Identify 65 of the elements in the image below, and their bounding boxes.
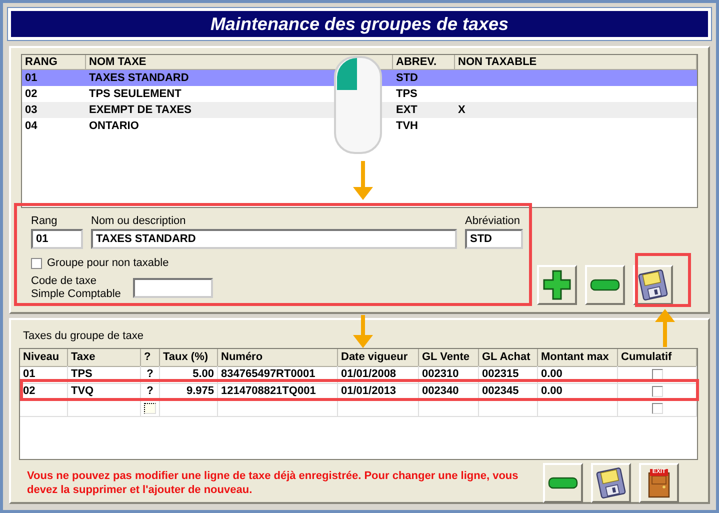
column-header[interactable]: Date vigueur — [338, 349, 419, 367]
checkbox[interactable] — [652, 369, 662, 380]
table-cell: 002345 — [479, 383, 538, 401]
column-header[interactable]: ? — [141, 349, 160, 367]
table-cell: 01 — [20, 366, 68, 384]
input-field[interactable]: STD — [465, 229, 523, 249]
column-header[interactable]: Taux (%) — [160, 349, 218, 367]
table-cell: 9.975 — [160, 383, 218, 401]
column-header[interactable]: Niveau — [20, 349, 68, 367]
column-header[interactable]: Montant max — [538, 349, 618, 367]
window-title: Maintenance des groupes de taxes — [8, 8, 711, 40]
column-header[interactable]: Cumulatif — [618, 349, 697, 367]
list-row[interactable]: 04 ONTARIO TVH — [22, 118, 697, 134]
arrow-icon — [352, 161, 374, 201]
field-label: Code de taxe Simple Comptable — [31, 275, 121, 301]
table-cell: ? — [141, 383, 160, 401]
table-cell: 01/01/2008 — [338, 366, 419, 384]
table-cell: 01/01/2013 — [338, 383, 419, 401]
table-cell: 834765497RT0001 — [218, 366, 338, 384]
checkbox[interactable] — [31, 258, 42, 268]
list-row[interactable]: 02 TPS SEULEMENT TPS — [22, 86, 697, 102]
checkbox-label: Groupe pour non taxable — [47, 257, 169, 269]
input-field[interactable] — [132, 278, 213, 298]
minus-icon — [590, 279, 620, 291]
field-label: Rang — [31, 215, 58, 227]
add-button[interactable] — [537, 265, 577, 305]
field-label: Abréviation — [465, 215, 522, 227]
highlight-frame — [635, 253, 691, 307]
column-header[interactable]: NOM TAXE — [89, 56, 146, 68]
column-header[interactable]: Taxe — [68, 349, 141, 367]
list-row[interactable]: 03 EXEMPT DE TAXES EXT X — [22, 102, 697, 118]
warning-message: Vous ne pouvez pas modifier une ligne de taxe déjà enregistrée. Pour changer une ligne, vous devez la supprimer et l'ajouter de nouveau. — [27, 469, 520, 497]
column-header[interactable]: GL Vente — [419, 349, 479, 367]
field-label: Nom ou description — [91, 215, 187, 227]
column-header[interactable]: Numéro — [218, 349, 338, 367]
remove-button[interactable] — [543, 463, 583, 503]
table-cell: 002340 — [419, 383, 479, 401]
table-cell — [479, 400, 538, 417]
checkbox[interactable] — [652, 402, 662, 414]
remove-button[interactable] — [585, 265, 625, 305]
table-cell — [20, 400, 68, 417]
table-cell: ? — [141, 366, 160, 384]
arrow-icon — [654, 309, 676, 347]
table-cell: 002310 — [419, 366, 479, 384]
table-cell — [419, 400, 479, 417]
table-cell: TPS — [68, 366, 141, 384]
table-cell: 002315 — [479, 366, 538, 384]
save-button[interactable] — [591, 463, 631, 503]
input-field[interactable]: TAXES STANDARD — [91, 229, 457, 249]
table-cell: 0.00 — [538, 383, 618, 401]
save-button[interactable] — [633, 265, 673, 305]
section-label: Taxes du groupe de taxe — [23, 330, 144, 342]
checkbox[interactable] — [652, 386, 662, 397]
input-field[interactable]: 01 — [31, 229, 83, 249]
column-header[interactable]: GL Achat — [479, 349, 538, 367]
table-cell: 0.00 — [538, 366, 618, 384]
list-row[interactable]: 01 TAXES STANDARD STD — [22, 70, 697, 86]
table-cell: 5.00 — [160, 366, 218, 384]
focus-icon — [144, 402, 156, 414]
table-cell: 1214708821TQ001 — [218, 383, 338, 401]
arrow-icon — [352, 315, 374, 349]
table-cell: TVQ — [68, 383, 141, 401]
table-cell: 02 — [20, 383, 68, 401]
minus-icon — [548, 477, 578, 489]
plus-icon — [543, 270, 571, 300]
